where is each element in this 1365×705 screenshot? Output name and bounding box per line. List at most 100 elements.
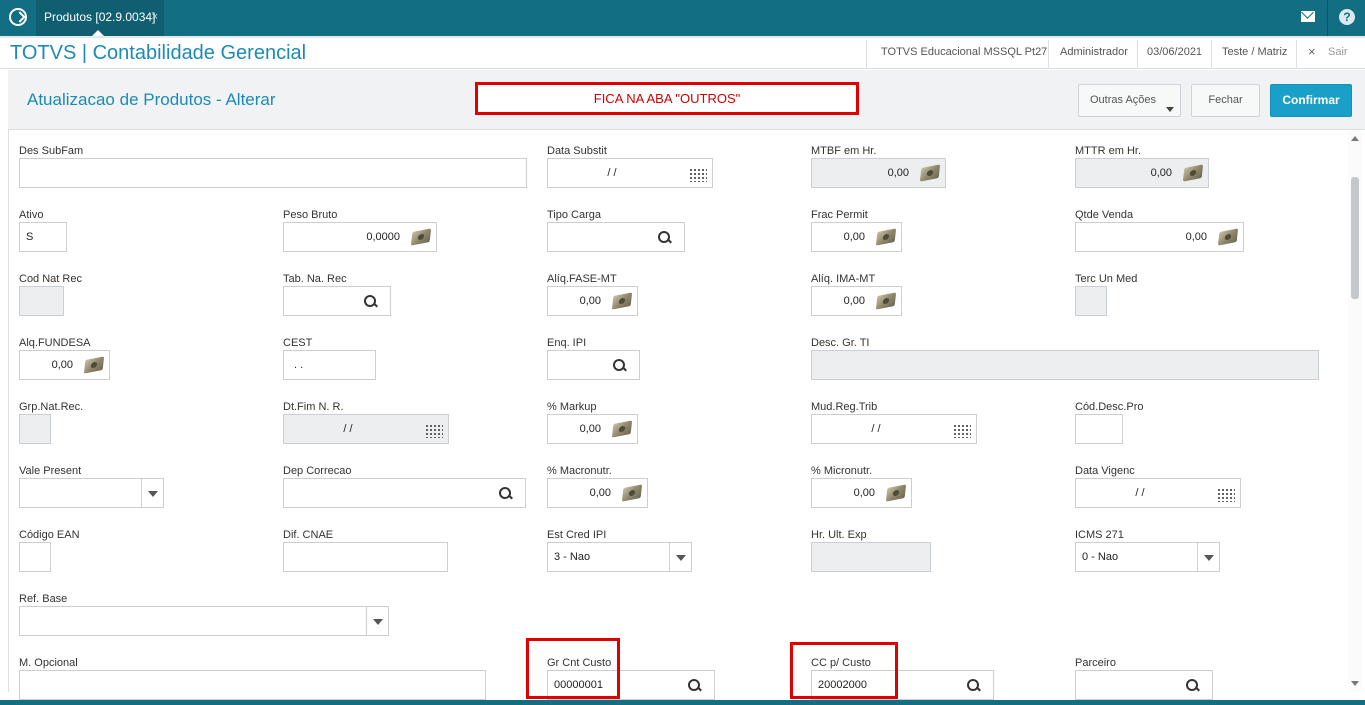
calendar-icon[interactable] — [425, 424, 443, 438]
ativo-input[interactable]: S — [19, 222, 67, 252]
ativo-label: Ativo — [19, 209, 44, 221]
search-icon[interactable] — [499, 487, 517, 501]
totvs-logo-icon[interactable] — [9, 8, 27, 26]
markup-input[interactable]: 0,00 — [547, 414, 638, 444]
scroll-up-icon[interactable] — [1351, 136, 1359, 141]
calculator-icon[interactable] — [410, 228, 432, 246]
des-subfam-input[interactable] — [19, 158, 527, 188]
mail-icon[interactable] — [1301, 11, 1315, 22]
chevron-down-icon[interactable] — [1197, 543, 1219, 571]
dt-fim-nr-input[interactable]: / / — [283, 414, 449, 444]
calculator-icon[interactable] — [611, 292, 633, 310]
tab-close-icon[interactable]: × — [152, 0, 158, 34]
icms-271-value: 0 - Nao — [1082, 551, 1119, 563]
exit-button[interactable]: Sair — [1328, 46, 1348, 58]
vale-present-select[interactable] — [19, 478, 164, 508]
ref-base-select[interactable] — [19, 606, 389, 636]
frac-permit-input[interactable]: 0,00 — [811, 222, 902, 252]
chevron-down-icon[interactable] — [669, 543, 691, 571]
dep-correcao-input[interactable] — [283, 478, 526, 508]
qtde-venda-input[interactable]: 0,00 — [1075, 222, 1244, 252]
data-substit-input[interactable]: / / — [547, 158, 713, 188]
search-icon[interactable] — [967, 679, 985, 693]
mtbf-input[interactable]: 0,00 — [811, 158, 946, 188]
aliq-fase-input[interactable]: 0,00 — [547, 286, 638, 316]
calculator-icon[interactable] — [83, 356, 105, 374]
markup-value: 0,00 — [579, 423, 601, 435]
codigo-ean-input[interactable] — [19, 542, 51, 572]
micronutr-input[interactable]: 0,00 — [811, 478, 912, 508]
more-actions-label: Outras Ações — [1090, 94, 1157, 106]
tab-produtos[interactable]: Produtos [02.9.0034] × — [36, 0, 164, 36]
hr-ult-exp-input[interactable] — [811, 542, 931, 572]
calculator-icon[interactable] — [1182, 164, 1204, 182]
exit-icon[interactable]: × — [1308, 44, 1316, 59]
qtde-venda-value: 0,00 — [1185, 231, 1207, 243]
calendar-icon[interactable] — [689, 168, 707, 182]
page-title: Atualizacao de Produtos - Alterar — [27, 90, 276, 109]
dep-correcao-label: Dep Correcao — [283, 465, 352, 477]
scroll-thumb[interactable] — [1351, 177, 1359, 299]
highlight-gr-cnt-custo — [526, 638, 620, 699]
hr-ult-exp-label: Hr. Ult. Exp — [811, 529, 867, 541]
calculator-icon[interactable] — [919, 164, 941, 182]
tab-na-rec-input[interactable] — [283, 286, 391, 316]
tab-na-rec-label: Tab. Na. Rec — [283, 273, 347, 285]
ativo-value: S — [26, 231, 34, 243]
search-icon[interactable] — [688, 679, 706, 693]
cod-desc-pro-input[interactable] — [1075, 414, 1123, 444]
confirm-button[interactable]: Confirmar — [1270, 84, 1352, 117]
m-opcional-label: M. Opcional — [19, 657, 78, 669]
calendar-icon[interactable] — [953, 424, 971, 438]
enq-ipi-input[interactable] — [547, 350, 640, 380]
top-bar: Produtos [02.9.0034] × ? — [0, 0, 1365, 36]
chevron-down-icon — [1166, 107, 1174, 112]
cest-input[interactable]: . . — [283, 350, 376, 380]
app-bar: TOTVS | Contabilidade Gerencial TOTVS Ed… — [0, 36, 1365, 69]
desc-gr-ti-input[interactable] — [811, 350, 1319, 380]
cest-value: . . — [294, 359, 304, 371]
data-vigenc-input[interactable]: / / — [1075, 478, 1241, 508]
vertical-scrollbar[interactable] — [1348, 130, 1362, 692]
parceiro-input[interactable] — [1075, 670, 1213, 700]
dif-cnae-input[interactable] — [283, 542, 448, 572]
cod-nat-rec-input[interactable] — [19, 286, 64, 316]
terc-un-med-input[interactable] — [1075, 286, 1107, 316]
search-icon[interactable] — [658, 231, 676, 245]
search-icon[interactable] — [1186, 679, 1204, 693]
micronutr-value: 0,00 — [853, 487, 875, 499]
calendar-icon[interactable] — [1217, 488, 1235, 502]
aliq-fase-label: Alíq.FASE-MT — [547, 273, 617, 285]
user-label: Administrador — [1060, 46, 1128, 58]
calculator-icon[interactable] — [611, 420, 633, 438]
search-icon[interactable] — [364, 295, 382, 309]
aliq-ima-label: Alíq. IMA-MT — [811, 273, 876, 285]
calculator-icon[interactable] — [621, 484, 643, 502]
scroll-down-icon[interactable] — [1351, 681, 1359, 686]
macronutr-input[interactable]: 0,00 — [547, 478, 648, 508]
m-opcional-input[interactable] — [19, 670, 486, 700]
search-icon[interactable] — [613, 359, 631, 373]
calculator-icon[interactable] — [885, 484, 907, 502]
alq-fundesa-value: 0,00 — [51, 359, 73, 371]
peso-bruto-input[interactable]: 0,0000 — [283, 222, 437, 252]
help-icon[interactable]: ? — [1339, 9, 1355, 25]
tipo-carga-input[interactable] — [547, 222, 685, 252]
icms-271-select[interactable]: 0 - Nao — [1075, 542, 1220, 572]
chevron-down-icon[interactable] — [141, 479, 163, 507]
mttr-input[interactable]: 0,00 — [1075, 158, 1209, 188]
chevron-down-icon[interactable] — [366, 607, 388, 635]
more-actions-button[interactable]: Outras Ações — [1078, 84, 1181, 117]
grp-nat-rec-input[interactable] — [19, 414, 51, 444]
terc-un-med-label: Terc Un Med — [1075, 273, 1138, 285]
calculator-icon[interactable] — [875, 228, 897, 246]
aliq-ima-value: 0,00 — [843, 295, 865, 307]
alq-fundesa-input[interactable]: 0,00 — [19, 350, 110, 380]
data-vigenc-value: / / — [1135, 487, 1145, 499]
calculator-icon[interactable] — [1217, 228, 1239, 246]
aliq-ima-input[interactable]: 0,00 — [811, 286, 902, 316]
close-button[interactable]: Fechar — [1191, 84, 1260, 117]
est-cred-ipi-select[interactable]: 3 - Nao — [547, 542, 692, 572]
mud-reg-trib-input[interactable]: / / — [811, 414, 977, 444]
calculator-icon[interactable] — [875, 292, 897, 310]
